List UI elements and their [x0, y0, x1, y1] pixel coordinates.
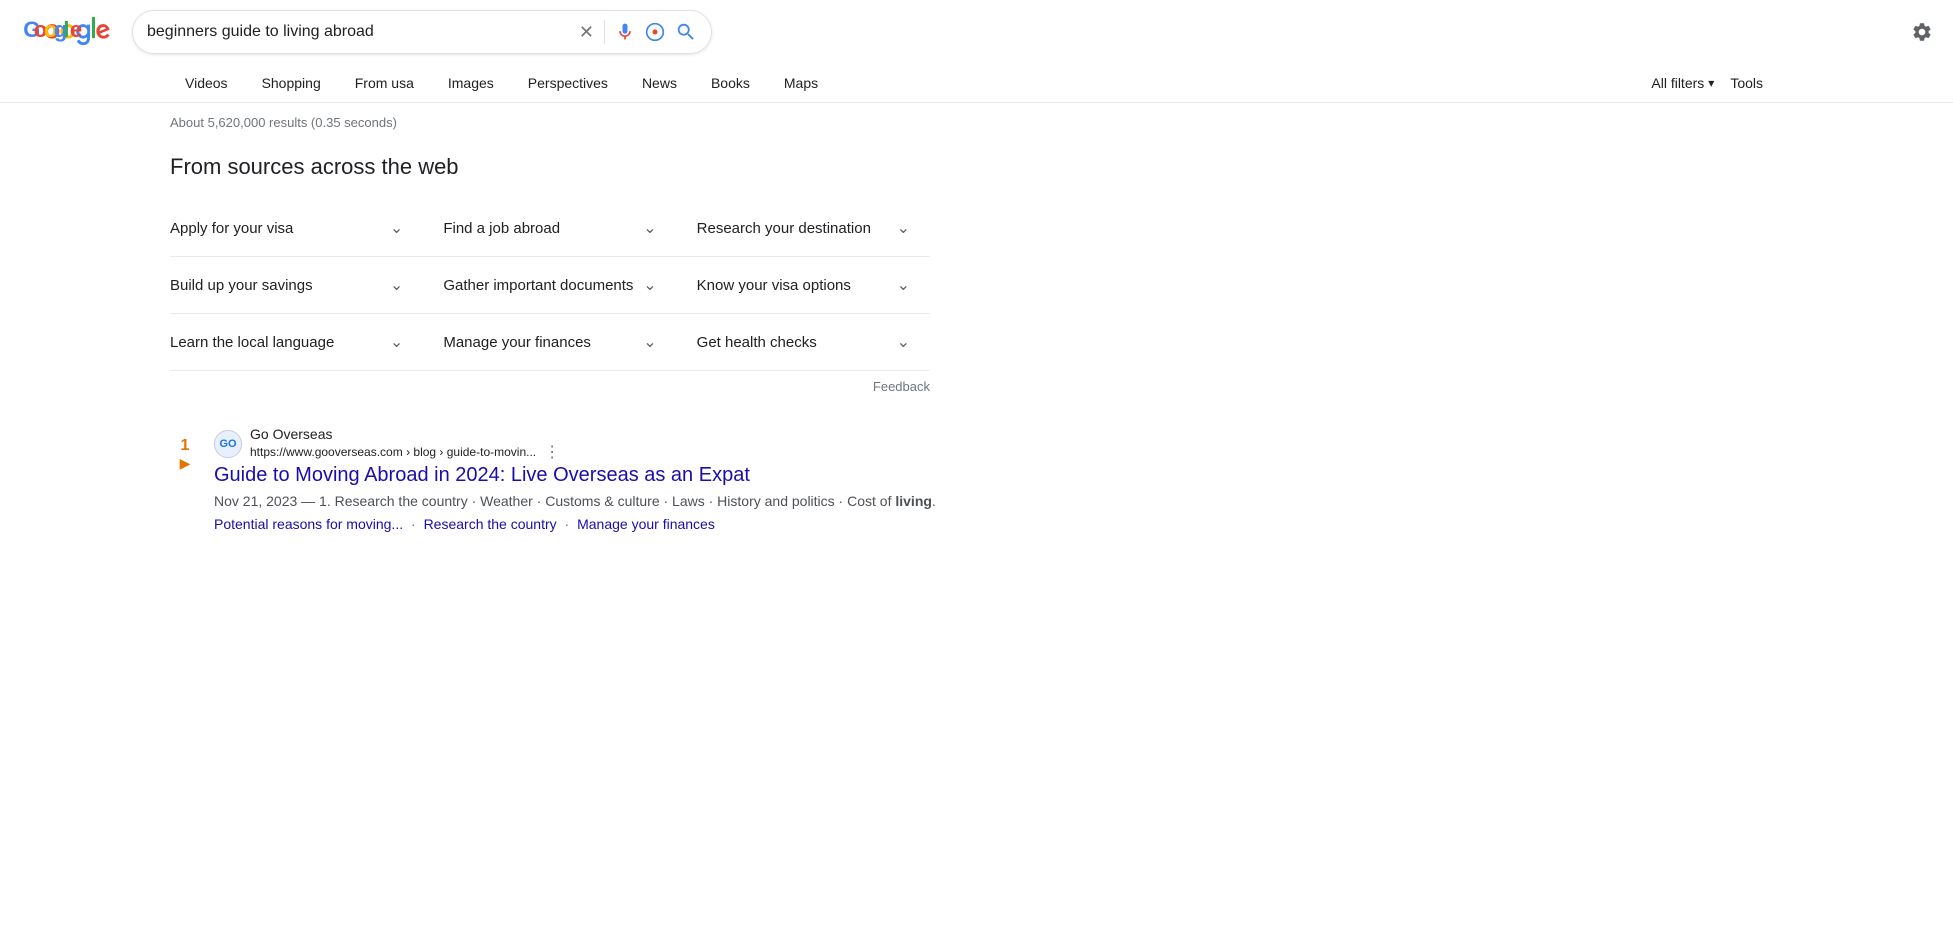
chevron-down-icon: ⌄ — [897, 332, 910, 352]
topic-know-visa[interactable]: Know your visa options ⌄ — [677, 257, 930, 314]
topic-find-job[interactable]: Find a job abroad ⌄ — [423, 200, 676, 257]
clear-icon: ✕ — [579, 22, 594, 43]
snippet-separator: · — [411, 516, 416, 532]
favicon: GO — [214, 430, 242, 458]
results-count: About 5,620,000 results (0.35 seconds) — [170, 115, 397, 130]
chevron-down-icon: ⌄ — [390, 275, 403, 295]
search-submit-button[interactable] — [675, 21, 697, 43]
search-input[interactable]: beginners guide to living abroad — [147, 23, 569, 41]
topic-label: Get health checks — [697, 334, 817, 351]
topic-health-checks[interactable]: Get health checks ⌄ — [677, 314, 930, 370]
feedback-row: Feedback — [170, 371, 930, 402]
result-source-info: Go Overseas https://www.gooverseas.com ›… — [250, 426, 564, 462]
mic-icon — [615, 22, 635, 42]
feedback-link[interactable]: Feedback — [873, 379, 930, 394]
result-item: 1 ▶ GO Go Overseas https://www.gooversea… — [170, 426, 1783, 532]
snippet-separator: · — [565, 516, 570, 532]
chevron-down-icon: ⌄ — [390, 332, 403, 352]
tab-images[interactable]: Images — [433, 64, 509, 102]
header: G o o g l e beginners guide to living ab… — [0, 0, 1953, 64]
topic-manage-finances[interactable]: Manage your finances ⌄ — [423, 314, 676, 370]
result-index-container: 1 ▶ — [170, 426, 200, 472]
result-menu-button[interactable]: ⋮ — [540, 442, 564, 462]
topic-grid: Apply for your visa ⌄ Find a job abroad … — [170, 200, 930, 370]
topic-label: Gather important documents — [443, 277, 633, 294]
lens-button[interactable] — [645, 22, 665, 42]
topic-apply-visa[interactable]: Apply for your visa ⌄ — [170, 200, 423, 257]
chevron-down-icon: ⌄ — [897, 275, 910, 295]
google-logo[interactable]: G o o g l e — [20, 16, 112, 49]
snippet-link-reasons[interactable]: Potential reasons for moving... — [214, 516, 403, 532]
topic-research-destination[interactable]: Research your destination ⌄ — [677, 200, 930, 257]
snippet-link-finances[interactable]: Manage your finances — [577, 516, 715, 532]
tab-videos[interactable]: Videos — [170, 64, 243, 102]
nav-tabs: Videos Shopping From usa Images Perspect… — [0, 64, 1953, 103]
gear-icon — [1911, 21, 1933, 43]
all-filters-button[interactable]: All filters ▾ — [1651, 75, 1714, 91]
tab-books[interactable]: Books — [696, 64, 765, 102]
result-body: GO Go Overseas https://www.gooverseas.co… — [214, 426, 936, 532]
topic-label: Research your destination — [697, 220, 871, 237]
chevron-down-icon: ⌄ — [643, 275, 656, 295]
topic-label: Apply for your visa — [170, 220, 293, 237]
tab-maps[interactable]: Maps — [769, 64, 833, 102]
nav-tabs-right: All filters ▾ Tools — [1651, 75, 1783, 91]
tab-perspectives[interactable]: Perspectives — [513, 64, 623, 102]
three-dots-icon: ⋮ — [544, 442, 560, 462]
search-bar: beginners guide to living abroad ✕ — [132, 10, 712, 54]
play-icon: ▶ — [180, 455, 191, 472]
divider — [604, 20, 605, 44]
topic-label: Build up your savings — [170, 277, 313, 294]
tab-news[interactable]: News — [627, 64, 692, 102]
knowledge-section: From sources across the web Apply for yo… — [0, 138, 1100, 410]
svg-text:e: e — [70, 17, 82, 42]
result-number: 1 — [181, 438, 190, 454]
topic-gather-documents[interactable]: Gather important documents ⌄ — [423, 257, 676, 314]
svg-text:l: l — [63, 17, 69, 42]
result-title[interactable]: Guide to Moving Abroad in 2024: Live Ove… — [214, 464, 936, 487]
topic-label: Manage your finances — [443, 334, 591, 351]
tools-button[interactable]: Tools — [1730, 75, 1763, 91]
search-results: 1 ▶ GO Go Overseas https://www.gooversea… — [0, 410, 1953, 560]
result-url-row: https://www.gooverseas.com › blog › guid… — [250, 442, 564, 462]
snippet-link-research[interactable]: Research the country — [424, 516, 557, 532]
topic-learn-language[interactable]: Learn the local language ⌄ — [170, 314, 423, 370]
chevron-down-icon: ▾ — [1708, 76, 1714, 90]
result-site-name: Go Overseas — [250, 426, 564, 442]
topic-label: Know your visa options — [697, 277, 851, 294]
voice-search-button[interactable] — [615, 22, 635, 42]
search-icons: ✕ — [579, 20, 697, 44]
header-right — [1911, 21, 1933, 43]
result-url: https://www.gooverseas.com › blog › guid… — [250, 445, 536, 459]
search-bar-container: beginners guide to living abroad ✕ — [132, 10, 712, 54]
chevron-down-icon: ⌄ — [643, 218, 656, 238]
topic-label: Find a job abroad — [443, 220, 560, 237]
chevron-down-icon: ⌄ — [643, 332, 656, 352]
tab-from-usa[interactable]: From usa — [340, 64, 429, 102]
results-info: About 5,620,000 results (0.35 seconds) — [0, 103, 1953, 138]
chevron-down-icon: ⌄ — [390, 218, 403, 238]
all-filters-label: All filters — [1651, 75, 1704, 91]
result-snippet-links: Potential reasons for moving... · Resear… — [214, 516, 936, 532]
tools-label: Tools — [1730, 75, 1763, 91]
lens-icon — [645, 22, 665, 42]
settings-button[interactable] — [1911, 21, 1933, 43]
tab-shopping[interactable]: Shopping — [247, 64, 336, 102]
clear-button[interactable]: ✕ — [579, 22, 594, 43]
result-source-row: GO Go Overseas https://www.gooverseas.co… — [214, 426, 936, 462]
search-icon — [675, 21, 697, 43]
topic-label: Learn the local language — [170, 334, 334, 351]
knowledge-title: From sources across the web — [170, 154, 930, 180]
topic-build-savings[interactable]: Build up your savings ⌄ — [170, 257, 423, 314]
result-snippet: Nov 21, 2023 — 1. Research the country ·… — [214, 491, 936, 512]
chevron-down-icon: ⌄ — [897, 218, 910, 238]
